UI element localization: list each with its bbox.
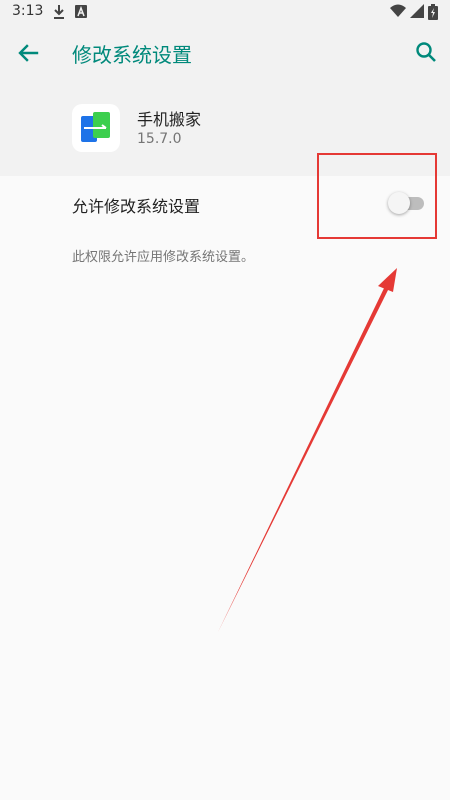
app-toolbar: 修改系统设置 [0, 24, 450, 82]
search-icon [416, 42, 436, 62]
status-bar: 3:13 [0, 0, 450, 24]
battery-charging-icon [428, 4, 438, 20]
phone-clone-app-icon [72, 104, 120, 152]
annotation-highlight-box [317, 153, 437, 239]
wifi-icon [390, 4, 406, 17]
app-version: 15.7.0 [137, 131, 182, 147]
page-title: 修改系统设置 [72, 43, 192, 67]
app-name: 手机搬家 [137, 110, 202, 129]
search-button[interactable] [410, 36, 444, 70]
arrow-left-icon [18, 44, 39, 62]
status-time: 3:13 [12, 3, 44, 19]
back-button[interactable] [12, 36, 46, 70]
font-a-icon [75, 5, 87, 18]
download-icon [54, 5, 64, 19]
setting-description: 此权限允许应用修改系统设置。 [72, 250, 255, 265]
signal-icon [410, 4, 424, 18]
setting-label: 允许修改系统设置 [72, 197, 201, 216]
